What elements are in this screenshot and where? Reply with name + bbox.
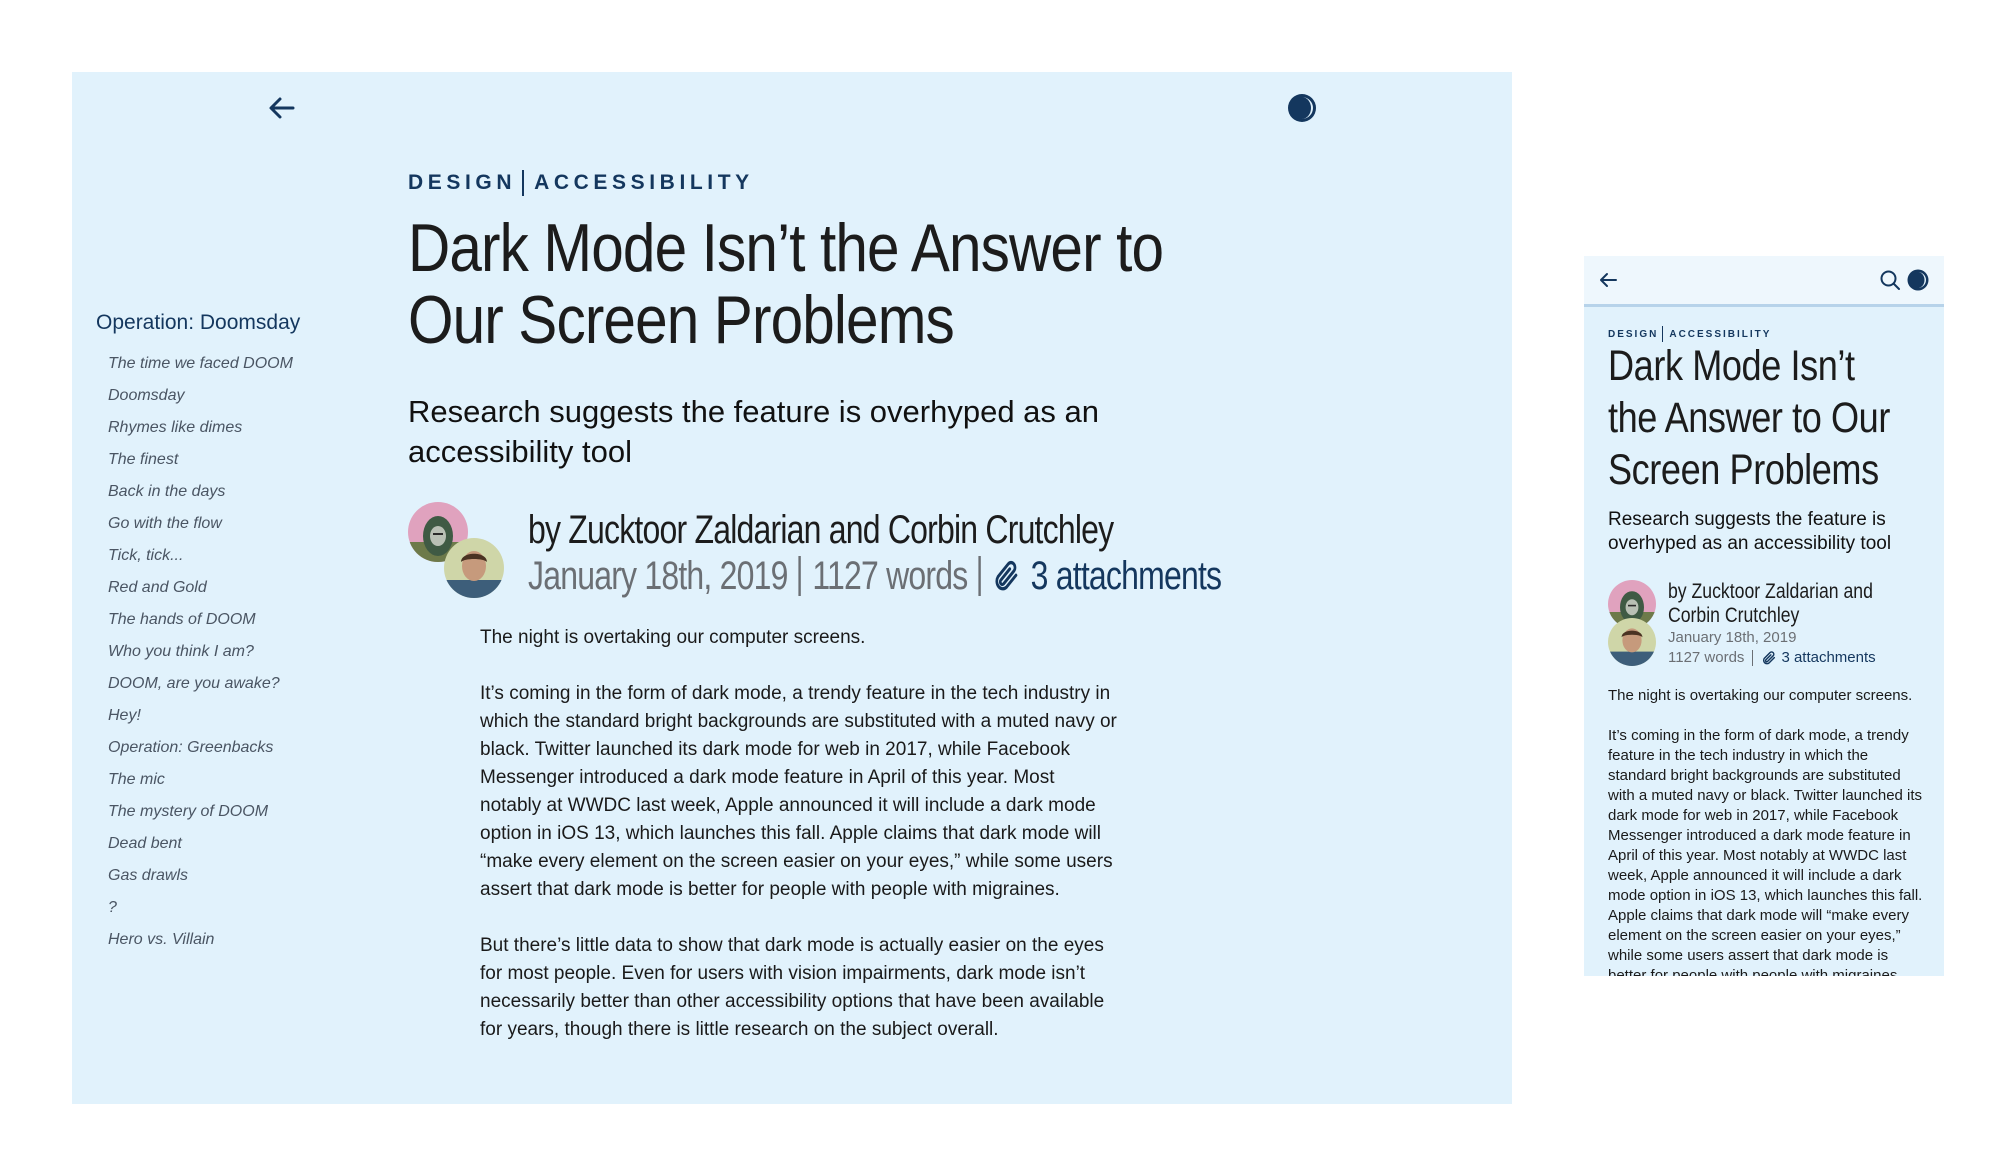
table-of-contents: Operation: Doomsday The time we faced DO… [96,310,336,956]
paragraph: It’s coming in the form of dark mode, a … [480,683,1117,900]
toc-item[interactable]: The mic [96,764,336,796]
article-title: Dark Mode Isn’t the Answer to Our Screen… [408,210,1164,358]
back-arrow-icon[interactable] [1596,268,1620,292]
paragraph: The night is overtaking our computer scr… [1608,687,1913,704]
publish-date: January 18th, 2019 [528,554,788,598]
toc-item[interactable]: Doomsday [96,380,336,412]
paragraph: It’s coming in the form of dark mode, a … [1608,727,1923,976]
paragraph: But there’s little data to show that dar… [480,935,1105,1040]
category-divider [522,170,525,196]
avatar[interactable] [444,538,504,598]
toc-item[interactable]: The mystery of DOOM [96,796,336,828]
article-meta: 1127 words 3 attachments [1668,648,1876,668]
attachments-link[interactable]: 3 attachments [992,554,1222,598]
article-body: The night is overtaking our computer scr… [1608,686,1928,976]
toc-item[interactable]: Rhymes like dimes [96,412,336,444]
theme-toggle-icon[interactable] [1286,92,1318,124]
article-byline: by Zucktoor Zaldarian and Corbin Crutchl… [528,508,1114,552]
meta-divider [798,556,802,596]
toc-item[interactable]: ? [96,892,336,924]
toc-item[interactable]: Who you think I am? [96,636,336,668]
paragraph: The night is overtaking our computer scr… [480,627,866,648]
paperclip-icon [992,558,1021,594]
toc-series-title[interactable]: Operation: Doomsday [96,310,336,336]
article-meta: January 18th, 2019 1127 words 3 attachme… [528,554,1222,598]
search-icon[interactable] [1878,268,1902,292]
meta-divider [1752,650,1754,666]
category-tag[interactable]: ACCESSIBILITY [1669,329,1771,340]
word-count: 1127 words [812,554,968,598]
category-tag[interactable]: DESIGN [1608,329,1658,340]
toc-item[interactable]: Gas drawls [96,860,336,892]
toc-item[interactable]: The finest [96,444,336,476]
toc-item[interactable]: Red and Gold [96,572,336,604]
word-count: 1127 words [1668,649,1745,666]
author-avatars [408,502,508,602]
toc-item[interactable]: The time we faced DOOM [96,348,336,380]
attachments-label: 3 attachments [1781,649,1876,666]
paperclip-icon [1761,650,1777,666]
desktop-article-view: Operation: Doomsday The time we faced DO… [72,72,1512,1104]
article-body: The night is overtaking our computer scr… [480,624,1120,1072]
category-tag[interactable]: DESIGN [408,171,516,195]
article-byline: by Zucktoor Zaldarian and Corbin Crutchl… [1668,580,1873,627]
article-subtitle: Research suggests the feature is overhyp… [1608,509,1892,554]
author-avatars [1608,580,1660,670]
article-title: Dark Mode Isn’t the Answer to Our Screen… [1608,342,1890,494]
toc-item[interactable]: The hands of DOOM [96,604,336,636]
attachments-label: 3 attachments [1030,554,1222,598]
mobile-article-view: DESIGN ACCESSIBILITY Dark Mode Isn’t the… [1584,256,1944,976]
toc-item[interactable]: Tick, tick... [96,540,336,572]
meta-divider [978,556,982,596]
avatar[interactable] [1608,618,1656,666]
category-tag[interactable]: ACCESSIBILITY [534,171,754,195]
toc-item[interactable]: Back in the days [96,476,336,508]
attachments-link[interactable]: 3 attachments [1761,648,1876,668]
back-arrow-icon[interactable] [266,92,298,124]
category-tags: DESIGN ACCESSIBILITY [408,170,754,196]
theme-toggle-icon[interactable] [1906,268,1930,292]
mobile-header [1584,256,1944,307]
toc-item[interactable]: DOOM, are you awake? [96,668,336,700]
toc-item[interactable]: Dead bent [96,828,336,860]
publish-date: January 18th, 2019 [1668,629,1797,646]
article-subtitle: Research suggests the feature is overhyp… [408,394,1100,469]
toc-item[interactable]: Hero vs. Villain [96,924,336,956]
toc-item[interactable]: Hey! [96,700,336,732]
toc-item[interactable]: Operation: Greenbacks [96,732,336,764]
toc-item[interactable]: Go with the flow [96,508,336,540]
